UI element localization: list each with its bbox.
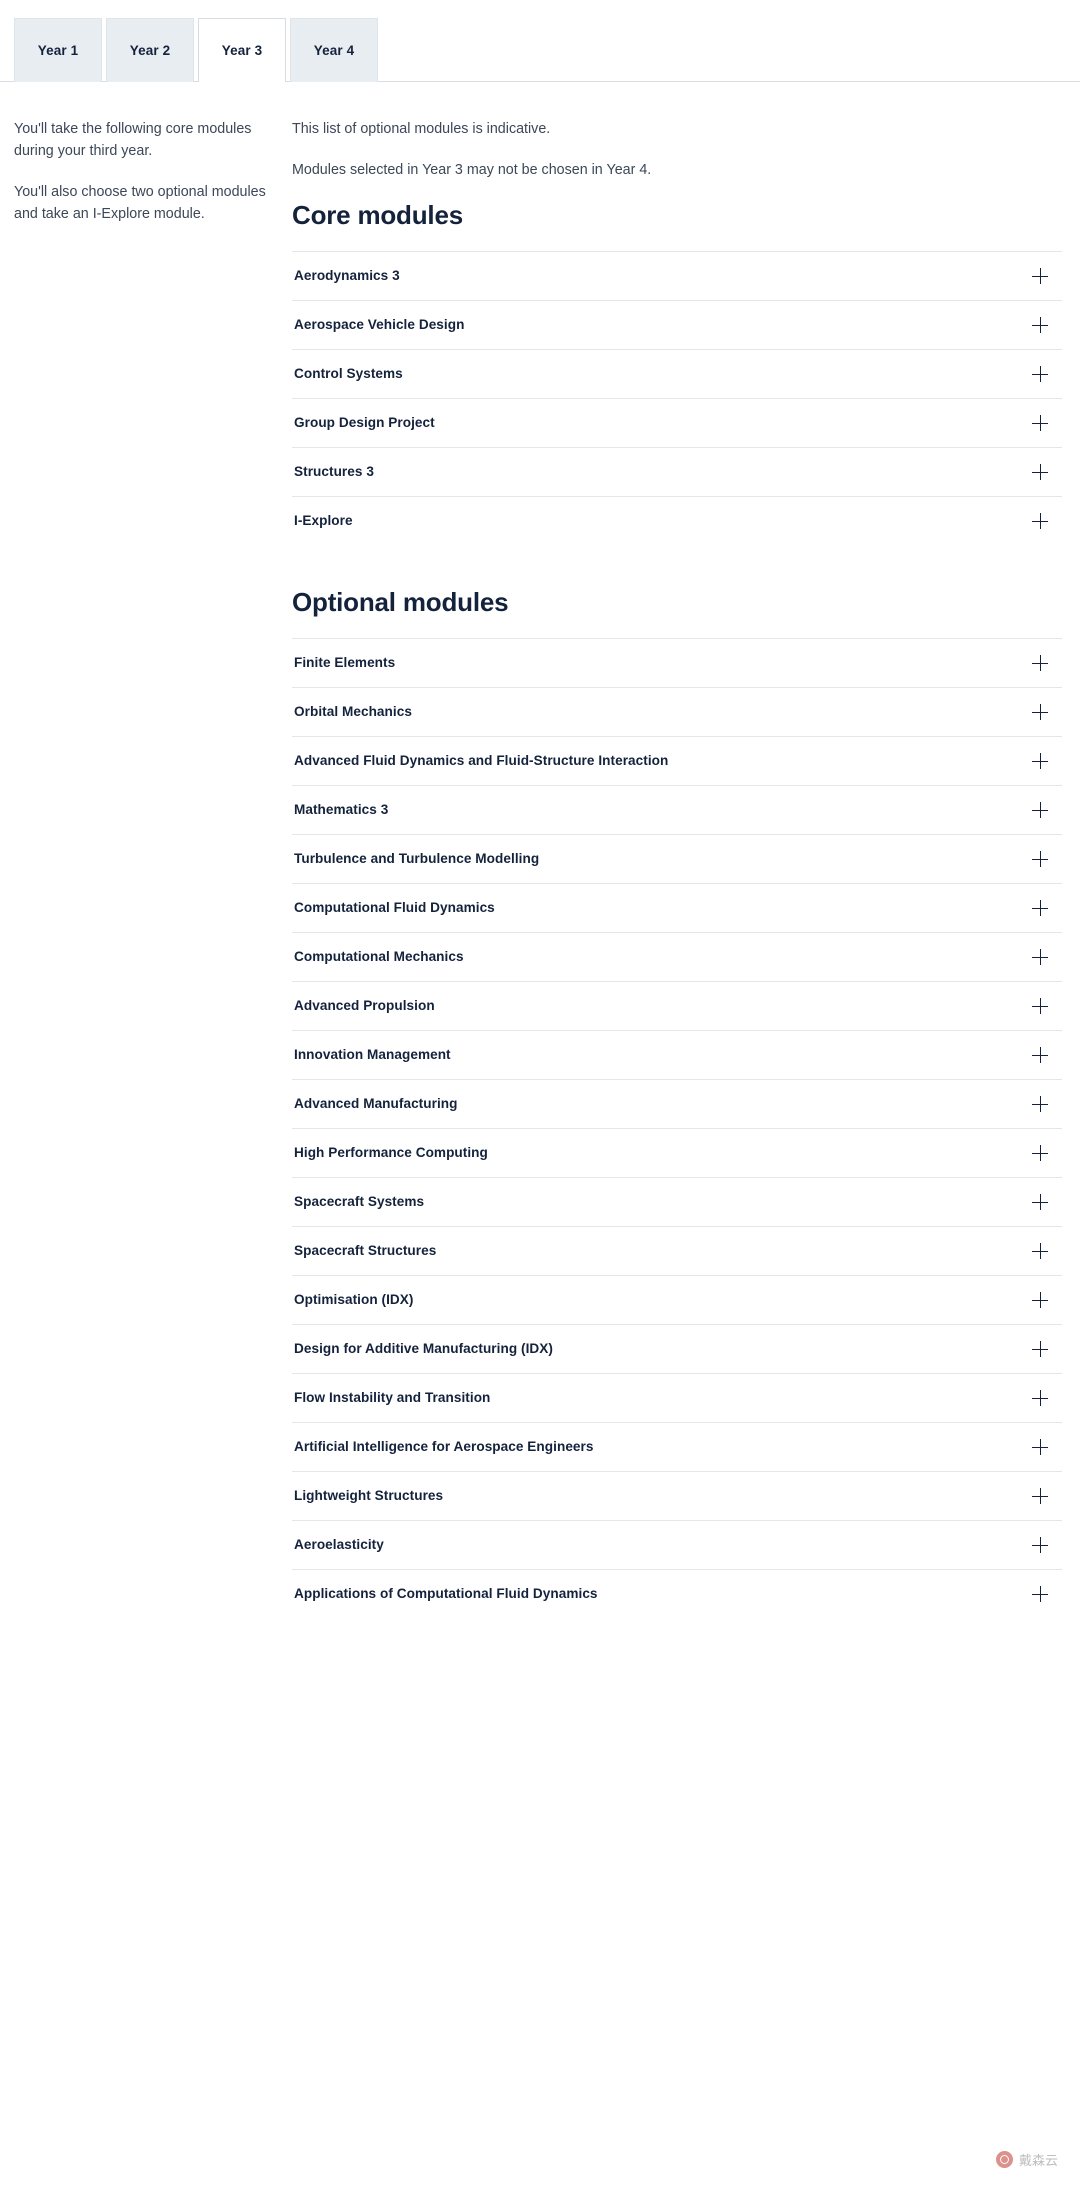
module-title: Innovation Management — [294, 1047, 451, 1063]
plus-icon[interactable] — [1032, 464, 1048, 481]
plus-icon[interactable] — [1032, 1243, 1048, 1260]
module-row[interactable]: Structures 3 — [292, 447, 1062, 497]
module-title: Control Systems — [294, 366, 403, 382]
module-title: Aerospace Vehicle Design — [294, 317, 465, 333]
module-title: Computational Mechanics — [294, 949, 464, 965]
watermark: 戴森云 — [995, 2150, 1058, 2169]
module-row[interactable]: Computational Fluid Dynamics — [292, 883, 1062, 933]
intro-column: You'll take the following core modules d… — [0, 118, 292, 1618]
module-title: Advanced Manufacturing — [294, 1096, 458, 1112]
module-row[interactable]: Control Systems — [292, 349, 1062, 399]
plus-icon[interactable] — [1032, 1586, 1048, 1603]
plus-icon[interactable] — [1032, 655, 1048, 672]
plus-icon[interactable] — [1032, 900, 1048, 917]
watermark-label: 戴森云 — [1018, 2154, 1058, 2169]
plus-icon[interactable] — [1032, 366, 1048, 383]
module-row[interactable]: Optimisation (IDX) — [292, 1275, 1062, 1325]
plus-icon[interactable] — [1032, 513, 1048, 530]
tab-year-2[interactable]: Year 2 — [106, 18, 194, 82]
optional-modules-list: Finite Elements Orbital Mechanics Advanced… — [292, 638, 1062, 1619]
modules-column: This list of optional modules is indicat… — [292, 118, 1080, 1619]
module-row[interactable]: Finite Elements — [292, 638, 1062, 688]
tab-year-4[interactable]: Year 4 — [290, 18, 378, 82]
module-row[interactable]: Advanced Manufacturing — [292, 1079, 1062, 1129]
module-title: Artificial Intelligence for Aerospace En… — [294, 1439, 594, 1455]
module-title: Applications of Computational Fluid Dyna… — [294, 1586, 598, 1602]
note-indicative: This list of optional modules is indicat… — [292, 121, 551, 137]
plus-icon[interactable] — [1032, 317, 1048, 334]
module-title: Finite Elements — [294, 655, 396, 671]
plus-icon[interactable] — [1032, 753, 1048, 770]
plus-icon[interactable] — [1032, 268, 1048, 285]
module-row[interactable]: Computational Mechanics — [292, 932, 1062, 982]
plus-icon[interactable] — [1032, 949, 1048, 966]
plus-icon[interactable] — [1032, 1488, 1048, 1505]
plus-icon[interactable] — [1032, 1292, 1048, 1309]
plus-icon[interactable] — [1032, 1341, 1048, 1358]
module-row[interactable]: Spacecraft Structures — [292, 1226, 1062, 1276]
module-title: Spacecraft Structures — [294, 1243, 437, 1259]
tab-year-3[interactable]: Year 3 — [198, 18, 286, 83]
plus-icon[interactable] — [1032, 1096, 1048, 1113]
module-title: High Performance Computing — [294, 1145, 488, 1161]
plus-icon[interactable] — [1032, 704, 1048, 721]
optional-modules-heading: Optional modules — [292, 587, 509, 618]
module-title: Flow Instability and Transition — [294, 1390, 491, 1406]
module-title: I-Explore — [294, 513, 353, 529]
module-title: Structures 3 — [294, 464, 374, 480]
watermark-logo-icon — [995, 2151, 1013, 2168]
module-title: Turbulence and Turbulence Modelling — [294, 851, 540, 867]
note-year3-year4: Modules selected in Year 3 may not be ch… — [292, 162, 652, 179]
module-row[interactable]: Advanced Propulsion — [292, 981, 1062, 1031]
plus-icon[interactable] — [1032, 1047, 1048, 1064]
core-modules-heading: Core modules — [292, 200, 463, 231]
module-title: Optimisation (IDX) — [294, 1292, 414, 1308]
module-row[interactable]: Flow Instability and Transition — [292, 1373, 1062, 1423]
module-title: Advanced Fluid Dynamics and Fluid-Struct… — [294, 753, 669, 769]
module-row[interactable]: Applications of Computational Fluid Dyna… — [292, 1569, 1062, 1619]
plus-icon[interactable] — [1032, 1194, 1048, 1211]
module-row[interactable]: I-Explore — [292, 496, 1062, 546]
plus-icon[interactable] — [1032, 998, 1048, 1015]
plus-icon[interactable] — [1032, 802, 1048, 819]
core-modules-list: Aerodynamics 3 Aerospace Vehicle Design Co… — [292, 251, 1062, 546]
module-title: Design for Additive Manufacturing (IDX) — [294, 1341, 553, 1357]
module-row[interactable]: Advanced Fluid Dynamics and Fluid-Struct… — [292, 736, 1062, 786]
intro-paragraph-optional: You'll also choose two optional modules … — [14, 184, 266, 223]
module-row[interactable]: Artificial Intelligence for Aerospace En… — [292, 1422, 1062, 1472]
tab-year-1[interactable]: Year 1 — [14, 18, 102, 82]
module-row[interactable]: Orbital Mechanics — [292, 687, 1062, 737]
module-title: Spacecraft Systems — [294, 1194, 425, 1210]
plus-icon[interactable] — [1032, 415, 1048, 432]
module-title: Orbital Mechanics — [294, 704, 412, 720]
module-title: Mathematics 3 — [294, 802, 389, 818]
module-row[interactable]: Aeroelasticity — [292, 1520, 1062, 1570]
module-row[interactable]: Aerospace Vehicle Design — [292, 300, 1062, 350]
module-row[interactable]: Lightweight Structures — [292, 1471, 1062, 1521]
module-title: Lightweight Structures — [294, 1488, 444, 1504]
module-row[interactable]: Group Design Project — [292, 398, 1062, 448]
module-row[interactable]: Mathematics 3 — [292, 785, 1062, 835]
module-title: Aeroelasticity — [294, 1537, 384, 1553]
module-row[interactable]: Aerodynamics 3 — [292, 251, 1062, 301]
module-row[interactable]: Design for Additive Manufacturing (IDX) — [292, 1324, 1062, 1374]
module-row[interactable]: High Performance Computing — [292, 1128, 1062, 1178]
module-title: Advanced Propulsion — [294, 998, 435, 1014]
module-row[interactable]: Spacecraft Systems — [292, 1177, 1062, 1227]
module-title: Group Design Project — [294, 415, 435, 431]
year-tabs: Year 1 Year 2 Year 3 Year 4 — [0, 0, 1080, 83]
plus-icon[interactable] — [1032, 851, 1048, 868]
plus-icon[interactable] — [1032, 1439, 1048, 1456]
plus-icon[interactable] — [1032, 1537, 1048, 1554]
plus-icon[interactable] — [1032, 1390, 1048, 1407]
intro-paragraph-core: You'll take the following core modules d… — [14, 121, 252, 160]
plus-icon[interactable] — [1032, 1145, 1048, 1162]
module-row[interactable]: Innovation Management — [292, 1030, 1062, 1080]
module-title: Aerodynamics 3 — [294, 268, 400, 284]
tab-panel-year-3: You'll take the following core modules d… — [0, 82, 1080, 1619]
module-row[interactable]: Turbulence and Turbulence Modelling — [292, 834, 1062, 884]
module-title: Computational Fluid Dynamics — [294, 900, 495, 916]
